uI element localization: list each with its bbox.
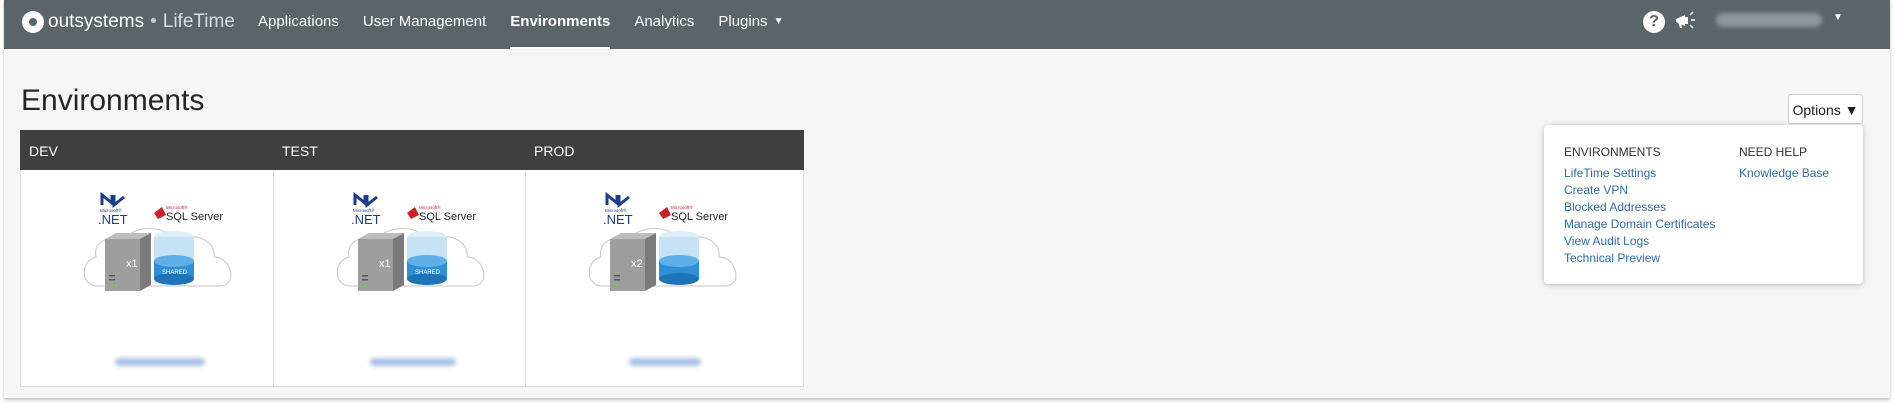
environment-stack-illustration: Microsoft® .NET Microsoft® SQL Server x1 <box>336 191 485 291</box>
server-count-label: x1 <box>379 258 391 270</box>
options-help-heading: NEED HELP <box>1739 145 1808 159</box>
environment-card-test[interactable]: TEST Microsoft® .NET Microsoft® SQL Serv… <box>273 130 552 387</box>
sql-server-logo-icon <box>154 207 166 219</box>
server-count-label: x1 <box>126 258 138 270</box>
database-icon <box>154 231 194 285</box>
environment-card-dev[interactable]: DEV Microsoft® .NET Microsoft® SQL Serve… <box>20 130 299 387</box>
options-environments-column: ENVIRONMENTS LifeTime Settings Create VP… <box>1564 145 1715 267</box>
nav-environments[interactable]: Environments <box>510 0 611 49</box>
server-count-label: x2 <box>631 258 643 270</box>
environment-stack-illustration: Microsoft® .NET Microsoft® SQL Server x2 <box>588 191 737 291</box>
outsystems-logo[interactable]: outsystems • LifeTime <box>22 11 235 33</box>
page-title: Environments <box>21 84 205 117</box>
outsystems-logo-icon <box>22 11 44 33</box>
sql-vendor-label: Microsoft® <box>671 204 693 210</box>
knowledge-base-link[interactable]: Knowledge Base <box>1739 165 1829 182</box>
dotnet-label: .NET <box>351 212 381 227</box>
database-shared-label: SHARED <box>415 270 441 276</box>
blocked-addresses-link[interactable]: Blocked Addresses <box>1564 199 1715 216</box>
sql-server-label: SQL Server <box>671 211 728 223</box>
options-dropdown-panel: ENVIRONMENTS LifeTime Settings Create VP… <box>1544 125 1863 284</box>
options-button[interactable]: Options ▼ <box>1788 94 1863 124</box>
dotnet-logo-icon <box>100 191 125 209</box>
sql-vendor-label: Microsoft® <box>419 204 441 210</box>
dotnet-label: .NET <box>98 212 128 227</box>
environment-url-link[interactable] <box>21 353 298 366</box>
environment-card-prod[interactable]: PROD Microsoft® .NET Microsoft® SQL Serv… <box>525 130 804 387</box>
create-vpn-link[interactable]: Create VPN <box>1564 182 1715 199</box>
top-navigation-bar: outsystems • LifeTime Applications User … <box>4 0 1890 49</box>
environment-stack-illustration: Microsoft® .NET Microsoft® SQL Server x1 <box>83 191 232 291</box>
brand-product: LifeTime <box>162 11 235 32</box>
nav-analytics[interactable]: Analytics <box>634 0 694 49</box>
user-menu-chevron-down-icon[interactable]: ▼ <box>1833 12 1843 23</box>
lifetime-settings-link[interactable]: LifeTime Settings <box>1564 165 1715 182</box>
technical-preview-link[interactable]: Technical Preview <box>1564 250 1715 267</box>
main-nav: Applications User Management Environment… <box>258 0 807 49</box>
sql-server-label: SQL Server <box>419 211 476 223</box>
nav-plugins-label: Plugins <box>718 13 768 30</box>
dotnet-logo-icon <box>353 191 378 209</box>
database-shared-label: SHARED <box>162 270 188 276</box>
sql-server-label: SQL Server <box>166 211 223 223</box>
options-environments-heading: ENVIRONMENTS <box>1564 145 1661 159</box>
dotnet-logo-icon <box>605 191 630 209</box>
help-icon[interactable]: ? <box>1643 11 1665 33</box>
sql-server-logo-icon <box>407 207 419 219</box>
options-help-column: NEED HELP Knowledge Base <box>1739 145 1829 182</box>
user-menu[interactable] <box>1716 13 1822 27</box>
environment-card-title: DEV <box>20 130 299 170</box>
manage-domain-certificates-link[interactable]: Manage Domain Certificates <box>1564 216 1715 233</box>
chevron-down-icon: ▼ <box>773 16 784 28</box>
environment-card-title: TEST <box>273 130 552 170</box>
sql-server-logo-icon <box>659 207 671 219</box>
sql-vendor-label: Microsoft® <box>166 204 188 210</box>
database-icon <box>407 231 447 285</box>
environment-card-title: PROD <box>525 130 804 170</box>
megaphone-icon[interactable] <box>1673 9 1697 33</box>
database-icon <box>659 231 699 285</box>
brand-separator: • <box>150 11 157 32</box>
nav-plugins[interactable]: Plugins ▼ <box>718 0 783 49</box>
dotnet-label: .NET <box>603 212 633 227</box>
app-window: outsystems • LifeTime Applications User … <box>4 0 1890 398</box>
brand-name: outsystems <box>48 11 145 32</box>
nav-user-management[interactable]: User Management <box>363 0 486 49</box>
environment-url-link[interactable] <box>274 353 551 366</box>
nav-applications[interactable]: Applications <box>258 0 339 49</box>
environment-url-link[interactable] <box>526 353 803 366</box>
view-audit-logs-link[interactable]: View Audit Logs <box>1564 233 1715 250</box>
